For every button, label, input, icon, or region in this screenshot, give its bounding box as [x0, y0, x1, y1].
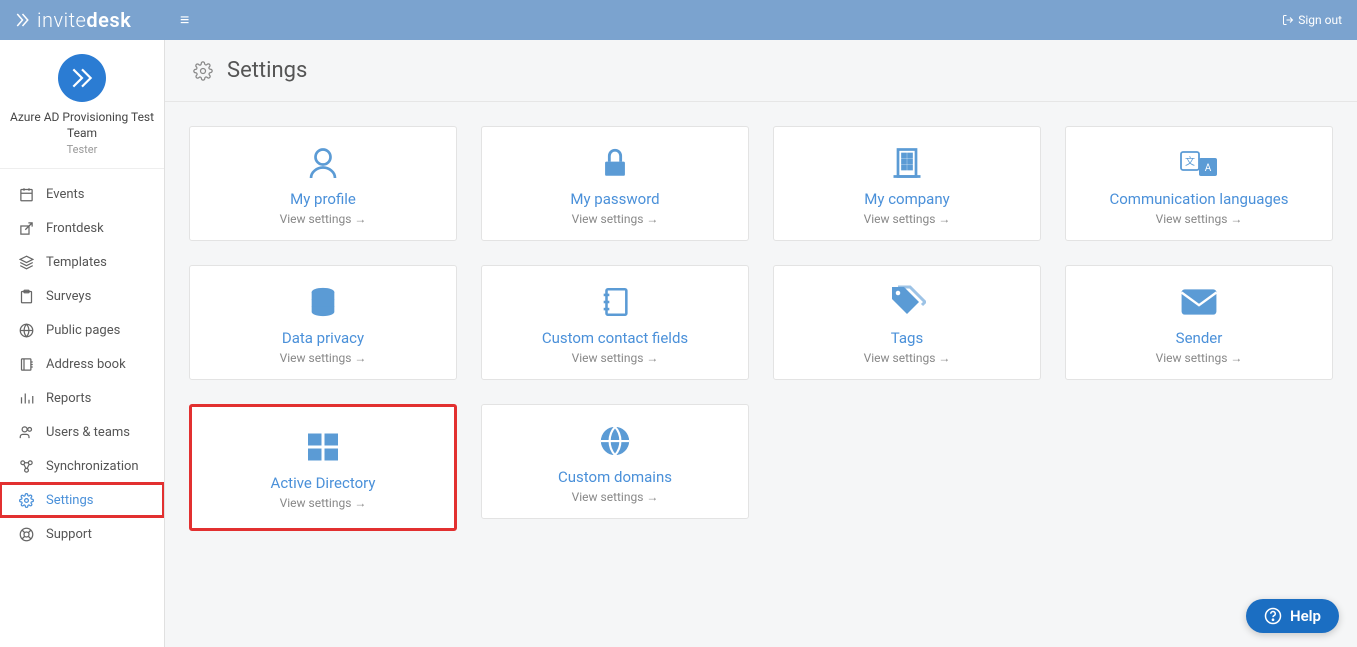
svg-text:A: A [1205, 163, 1212, 174]
brand-logo[interactable]: invitedesk [15, 8, 180, 32]
card-title: Data privacy [282, 329, 364, 347]
card-sub: View settings → [864, 351, 951, 365]
card-title: Communication languages [1109, 190, 1288, 208]
help-label: Help [1290, 607, 1321, 625]
page-header: Settings [165, 40, 1357, 102]
page-title: Settings [227, 58, 307, 83]
sync-icon [18, 458, 34, 474]
book-icon [18, 356, 34, 372]
nav-label: Frontdesk [46, 221, 104, 236]
org-block: Azure AD Provisioning Test Team Tester [0, 40, 164, 169]
notebook-icon [598, 281, 632, 323]
help-icon [1264, 607, 1282, 625]
brand-mark-icon [15, 11, 33, 29]
calendar-icon [18, 186, 34, 202]
tags-icon [888, 281, 926, 323]
org-logo-icon [69, 65, 95, 91]
building-icon [889, 142, 925, 184]
nav-label: Support [46, 527, 92, 542]
clipboard-icon [18, 288, 34, 304]
gear-icon [193, 61, 213, 81]
card-title: My password [570, 190, 659, 208]
card-custom-contact-fields[interactable]: Custom contact fields View settings → [481, 265, 749, 380]
nav-item-frontdesk[interactable]: Frontdesk [0, 211, 164, 245]
gear-icon [18, 492, 34, 508]
globe-icon [598, 420, 632, 462]
envelope-icon [1180, 281, 1218, 323]
menu-toggle[interactable]: ≡ [180, 10, 189, 30]
brand-text: invitedesk [37, 8, 131, 32]
svg-text:文: 文 [1185, 155, 1195, 168]
layers-icon [18, 254, 34, 270]
card-title: Active Directory [271, 474, 376, 492]
card-my-company[interactable]: My company View settings → [773, 126, 1041, 241]
org-logo [58, 54, 106, 102]
nav-label: Templates [46, 255, 107, 270]
nav-item-public-pages[interactable]: Public pages [0, 313, 164, 347]
card-my-profile[interactable]: My profile View settings → [189, 126, 457, 241]
lock-icon [598, 142, 632, 184]
nav-label: Address book [46, 357, 126, 372]
nav-item-synchronization[interactable]: Synchronization [0, 449, 164, 483]
card-sub: View settings → [280, 212, 367, 226]
card-my-password[interactable]: My password View settings → [481, 126, 749, 241]
sidebar: Azure AD Provisioning Test Team Tester E… [0, 40, 165, 647]
nav-label: Public pages [46, 323, 120, 338]
card-sub: View settings → [1156, 212, 1243, 226]
card-sub: View settings → [1156, 351, 1243, 365]
org-name: Azure AD Provisioning Test Team [4, 110, 160, 141]
card-data-privacy[interactable]: Data privacy View settings → [189, 265, 457, 380]
user-icon [305, 142, 341, 184]
card-sub: View settings → [864, 212, 951, 226]
card-title: Tags [891, 329, 923, 347]
card-tags[interactable]: Tags View settings → [773, 265, 1041, 380]
sign-out-button[interactable]: Sign out [1282, 13, 1342, 27]
nav-item-address-book[interactable]: Address book [0, 347, 164, 381]
card-communication-languages[interactable]: 文A Communication languages View settings… [1065, 126, 1333, 241]
globe-icon [18, 322, 34, 338]
nav-item-reports[interactable]: Reports [0, 381, 164, 415]
card-sender[interactable]: Sender View settings → [1065, 265, 1333, 380]
card-title: Custom domains [558, 468, 672, 486]
chart-icon [18, 390, 34, 406]
card-sub: View settings → [280, 351, 367, 365]
help-button[interactable]: Help [1246, 599, 1339, 633]
card-custom-domains[interactable]: Custom domains View settings → [481, 404, 749, 519]
card-title: My company [864, 190, 949, 208]
nav-item-surveys[interactable]: Surveys [0, 279, 164, 313]
card-active-directory[interactable]: Active Directory View settings → [189, 404, 457, 531]
nav-label: Settings [46, 493, 93, 508]
nav-item-support[interactable]: Support [0, 517, 164, 551]
card-title: Custom contact fields [542, 329, 688, 347]
nav-item-events[interactable]: Events [0, 177, 164, 211]
nav-label: Reports [46, 391, 91, 406]
nav: Events Frontdesk Templates Surveys Publi… [0, 169, 164, 647]
card-sub: View settings → [572, 212, 659, 226]
users-icon [18, 424, 34, 440]
nav-label: Events [46, 187, 84, 202]
nav-item-users-teams[interactable]: Users & teams [0, 415, 164, 449]
nav-label: Surveys [46, 289, 91, 304]
card-sub: View settings → [280, 496, 367, 510]
language-icon: 文A [1179, 142, 1219, 184]
main: Settings My profile View settings → My p… [165, 40, 1357, 647]
nav-label: Synchronization [46, 459, 139, 474]
card-sub: View settings → [572, 351, 659, 365]
database-icon [306, 281, 340, 323]
sign-out-icon [1282, 14, 1294, 26]
support-icon [18, 526, 34, 542]
topbar: invitedesk ≡ Sign out [0, 0, 1357, 40]
windows-icon [305, 426, 341, 468]
settings-cards: My profile View settings → My password V… [165, 102, 1357, 555]
card-sub: View settings → [572, 490, 659, 504]
card-title: My profile [290, 190, 356, 208]
nav-item-templates[interactable]: Templates [0, 245, 164, 279]
nav-label: Users & teams [46, 425, 130, 440]
nav-item-settings[interactable]: Settings [0, 483, 164, 517]
org-role: Tester [4, 143, 160, 156]
frontdesk-icon [18, 220, 34, 236]
sign-out-label: Sign out [1298, 13, 1342, 27]
card-title: Sender [1176, 329, 1223, 347]
